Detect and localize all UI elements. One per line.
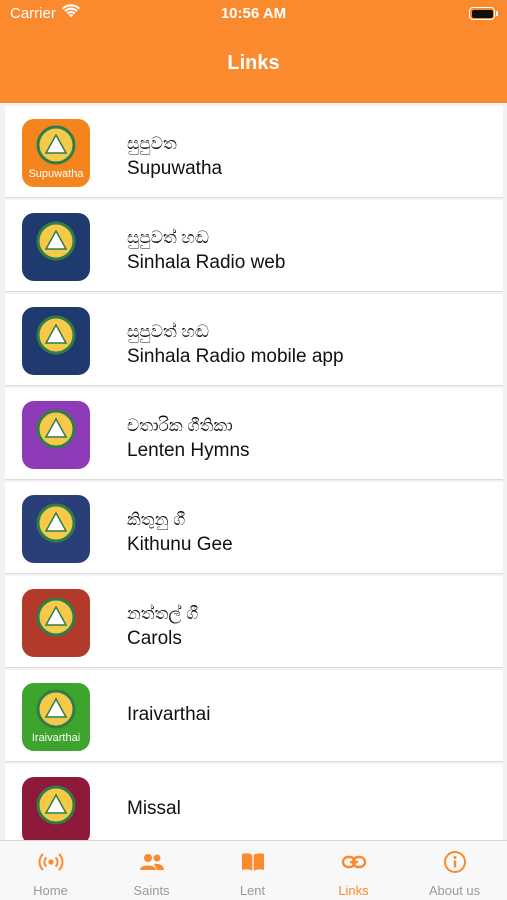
open-book-icon	[240, 850, 266, 874]
lenten-hymns-app-icon	[22, 401, 90, 469]
link-title: Lenten Hymns	[127, 440, 250, 461]
link-title-sinhala: සුපුවත	[127, 134, 177, 153]
tab-links[interactable]: Links	[303, 841, 404, 900]
link-row[interactable]: චතාරික ගීතිකා Lenten Hymns	[5, 388, 503, 480]
link-row[interactable]: Supuwatha සුපුවත Supuwatha	[5, 106, 503, 198]
link-title-sinhala: සුපුවත් හඬ	[127, 322, 209, 341]
links-list: Supuwatha සුපුවත Supuwatha සුපුවත් හඬ Sinhal…	[0, 106, 507, 840]
tab-about-us[interactable]: About us	[404, 841, 505, 900]
tab-lent[interactable]: Lent	[202, 841, 303, 900]
link-row[interactable]: නත්තල් ගී Carols	[5, 576, 503, 668]
page-title: Links	[227, 52, 280, 74]
link-title: Carols	[127, 628, 182, 649]
link-row[interactable]: සුපුවත් හඬ Sinhala Radio mobile app	[5, 294, 503, 386]
link-icon	[341, 850, 367, 874]
radio-web-app-icon	[22, 213, 90, 281]
missal-app-icon	[22, 777, 90, 840]
link-row[interactable]: කිතුනු ගී Kithunu Gee	[5, 482, 503, 574]
tab-label: Saints	[133, 883, 170, 898]
tab-bar: Home Saints Lent Links About us	[0, 840, 507, 900]
kithunu-gee-app-icon	[22, 495, 90, 563]
tab-label: Links	[338, 883, 369, 898]
tab-home[interactable]: Home	[0, 841, 101, 900]
link-title-sinhala: නත්තල් ගී	[127, 604, 199, 623]
link-title-sinhala: සුපුවත් හඬ	[127, 228, 209, 247]
tab-saints[interactable]: Saints	[101, 841, 202, 900]
link-row[interactable]: Iraivarthai Iraivarthai	[5, 670, 503, 762]
radio-waves-icon	[38, 850, 64, 874]
icon-caption: Iraivarthai	[32, 732, 80, 744]
link-title-sinhala: චතාරික ගීතිකා	[127, 416, 233, 435]
carols-app-icon	[22, 589, 90, 657]
link-title: Supuwatha	[127, 158, 223, 179]
tab-label: Home	[33, 883, 68, 898]
link-title: Sinhala Radio web	[127, 252, 286, 273]
nav-header: Carrier 10:56 AM Links	[0, 0, 507, 103]
link-title: Missal	[127, 798, 181, 819]
link-title: Iraivarthai	[127, 704, 211, 725]
tab-label: About us	[428, 883, 481, 898]
icon-caption: Supuwatha	[28, 168, 84, 180]
link-title-sinhala: කිතුනු ගී	[127, 510, 186, 529]
clock: 10:56 AM	[220, 5, 287, 22]
link-title: Kithunu Gee	[127, 534, 233, 555]
battery-icon	[469, 7, 498, 20]
tab-label: Lent	[239, 883, 266, 898]
people-icon	[139, 850, 165, 874]
link-row[interactable]: සුපුවත් හඬ Sinhala Radio web	[5, 200, 503, 292]
link-row[interactable]: Missal	[5, 764, 503, 840]
status-bar: Carrier 10:56 AM	[0, 0, 507, 28]
iraivarthai-app-icon: Iraivarthai	[22, 683, 90, 751]
link-title: Sinhala Radio mobile app	[127, 346, 344, 367]
radio-mobile-app-icon	[22, 307, 90, 375]
info-icon	[442, 850, 468, 874]
supuwatha-app-icon: Supuwatha	[22, 119, 90, 187]
